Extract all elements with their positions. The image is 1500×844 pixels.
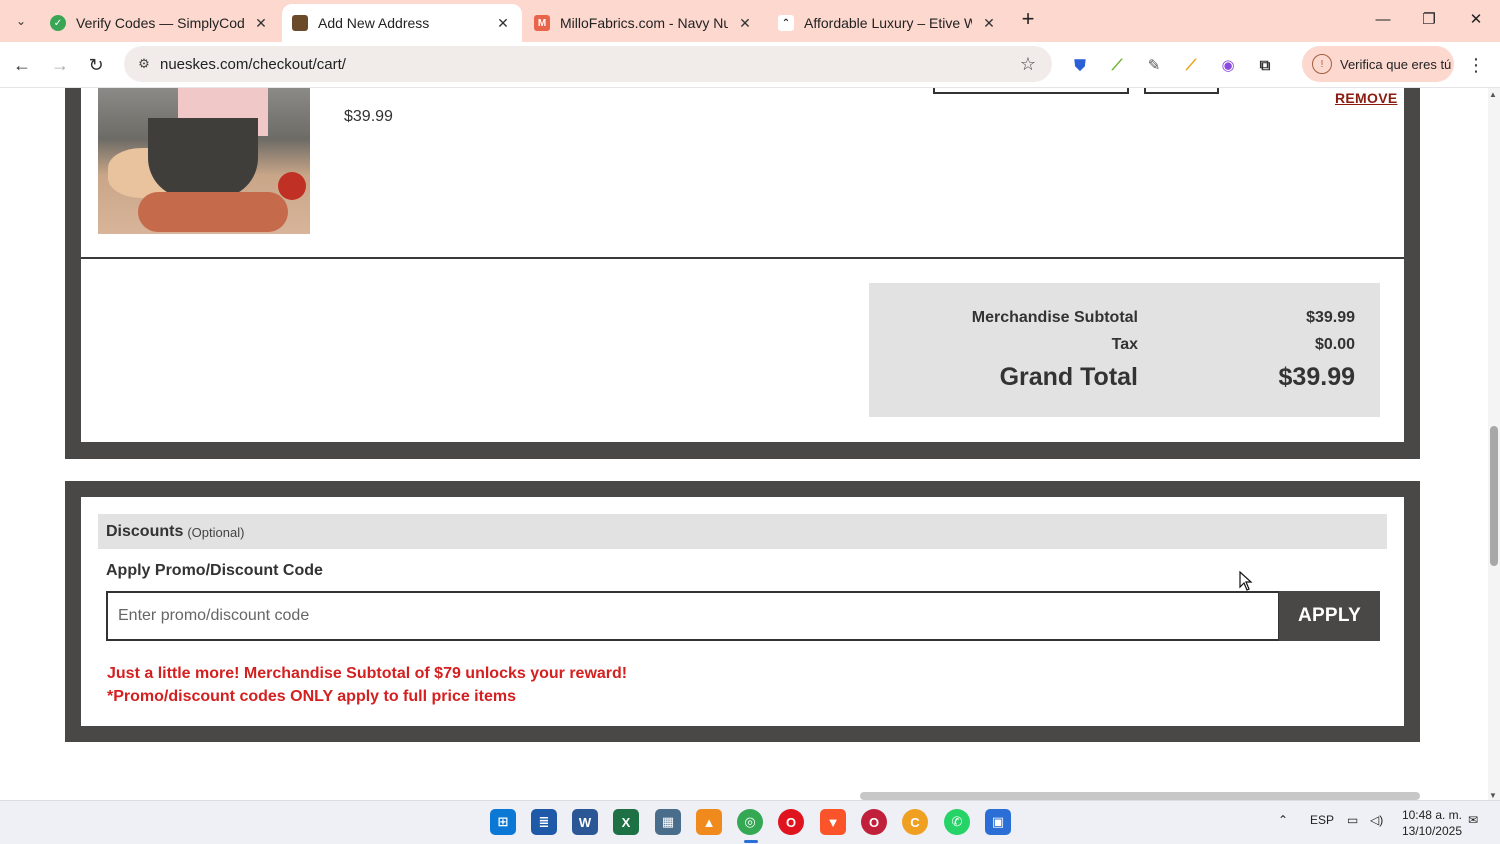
subtotal-label: Merchandise Subtotal: [971, 309, 1138, 326]
scroll-up-arrow-icon[interactable]: ▲: [1489, 90, 1497, 99]
minimize-icon[interactable]: —: [1368, 6, 1398, 34]
bookmark-star-icon[interactable]: ☆: [1016, 54, 1040, 75]
profile-chip-label: Verifica que eres tú: [1340, 56, 1452, 72]
horizontal-scrollbar[interactable]: [860, 792, 1420, 800]
grand-total-value: $39.99: [1278, 363, 1355, 391]
opera-gx-icon[interactable]: O: [861, 809, 887, 835]
reward-message: Just a little more! Merchandise Subtotal…: [107, 665, 628, 682]
vertical-scrollbar[interactable]: ▲ ▼: [1488, 88, 1500, 800]
page-viewport: $39.99 REMOVE Merchandise Subtotal $39.9…: [0, 88, 1500, 800]
notifications-icon[interactable]: ✉: [1468, 813, 1478, 827]
app-window-icon[interactable]: ▣: [985, 809, 1011, 835]
back-arrow-icon[interactable]: ←: [8, 51, 36, 79]
word-icon[interactable]: W: [572, 809, 598, 835]
remove-link[interactable]: REMOVE: [1335, 90, 1397, 106]
site-info-icon[interactable]: ⚙: [136, 56, 152, 72]
network-icon[interactable]: ▭: [1347, 813, 1358, 827]
tab-search-icon[interactable]: ⌄: [8, 8, 34, 34]
warning-icon: !: [1312, 54, 1332, 74]
apply-button[interactable]: APPLY: [1279, 591, 1380, 641]
promo-code-label: Apply Promo/Discount Code: [106, 562, 323, 579]
profile-verify-chip[interactable]: ! Verifica que eres tú: [1302, 46, 1454, 82]
extensions-puzzle-icon[interactable]: ⧉: [1254, 54, 1276, 76]
clock-time: 10:48 a. m.: [1401, 808, 1462, 822]
address-bar[interactable]: ⚙ nueskes.com/checkout/cart/ ☆: [124, 46, 1052, 82]
tab-simplycodes[interactable]: ✓ Verify Codes — SimplyCodes ✕: [40, 4, 280, 42]
vlc-icon[interactable]: ▲: [696, 809, 722, 835]
maximize-icon[interactable]: ❐: [1414, 6, 1444, 34]
grand-total-label: Grand Total: [999, 363, 1138, 391]
close-icon[interactable]: ✕: [494, 14, 512, 32]
order-totals: Merchandise Subtotal $39.99 Tax $0.00 Gr…: [869, 283, 1380, 417]
chrome-icon[interactable]: ◎: [737, 809, 763, 835]
tab-title: Affordable Luxury – Etive Watch: [804, 15, 972, 31]
menu-kebab-icon[interactable]: ⋮: [1466, 54, 1486, 76]
bitwarden-extension-icon[interactable]: ⛊: [1069, 54, 1091, 76]
clock-date: 13/10/2025: [1401, 824, 1462, 838]
etive-favicon-icon: ⌃: [778, 15, 794, 31]
close-icon[interactable]: ✕: [980, 14, 998, 32]
mouse-cursor-icon: [1239, 571, 1253, 591]
whatsapp-icon[interactable]: ✆: [944, 809, 970, 835]
tab-add-new-address[interactable]: Add New Address ✕: [282, 4, 522, 42]
orange-extension-icon[interactable]: ⟋: [1180, 54, 1202, 76]
discounts-header: Discounts (Optional): [98, 514, 1387, 549]
update-button[interactable]: [1144, 88, 1219, 94]
promo-restriction-note: *Promo/discount codes ONLY apply to full…: [107, 688, 516, 705]
language-indicator[interactable]: ESP: [1310, 813, 1334, 827]
brave-icon[interactable]: ▼: [820, 809, 846, 835]
tab-title: MilloFabrics.com - Navy Nude: [560, 15, 728, 31]
purple-extension-icon[interactable]: ◉: [1217, 54, 1239, 76]
discounts-optional-note: (Optional): [187, 525, 245, 540]
new-tab-plus-icon[interactable]: +: [1016, 8, 1040, 32]
subtotal-value: $39.99: [1306, 309, 1355, 326]
tax-label: Tax: [1111, 336, 1138, 353]
edit-extension-icon[interactable]: ✎: [1143, 54, 1165, 76]
calculator-icon[interactable]: ▦: [655, 809, 681, 835]
nueskes-favicon-icon: [292, 15, 308, 31]
forward-arrow-icon[interactable]: →: [46, 51, 74, 79]
item-price: $39.99: [344, 108, 393, 125]
windows-start-icon[interactable]: ⊞: [490, 809, 516, 835]
close-icon[interactable]: ✕: [252, 14, 270, 32]
tab-title: Add New Address: [318, 15, 430, 31]
ccleaner-icon[interactable]: C: [902, 809, 928, 835]
notepad-icon[interactable]: ≣: [531, 809, 557, 835]
opera-icon[interactable]: O: [778, 809, 804, 835]
excel-icon[interactable]: X: [613, 809, 639, 835]
tab-etive-watch[interactable]: ⌃ Affordable Luxury – Etive Watch ✕: [768, 4, 1008, 42]
green-extension-icon[interactable]: ⟋: [1106, 54, 1128, 76]
close-icon[interactable]: ✕: [736, 14, 754, 32]
millofabrics-favicon-icon: M: [534, 15, 550, 31]
browser-toolbar: ← → ↻ ⚙ nueskes.com/checkout/cart/ ☆ ⛊ ⟋…: [0, 42, 1500, 88]
tray-chevron-up-icon[interactable]: ⌃: [1278, 813, 1288, 827]
quantity-field[interactable]: [933, 88, 1129, 94]
tab-title: Verify Codes — SimplyCodes: [76, 15, 244, 31]
scrollbar-thumb[interactable]: [1490, 426, 1498, 566]
divider: [81, 257, 1404, 259]
tax-value: $0.00: [1314, 336, 1355, 353]
reload-icon[interactable]: ↻: [82, 51, 110, 79]
active-app-indicator: [744, 840, 758, 843]
windows-taskbar: ⊞ ≣ W X ▦ ▲ ◎ O ▼ O C ✆ ▣ ⌃ ESP ▭ ◁) 10:…: [0, 800, 1500, 844]
tab-strip: ⌄ ✓ Verify Codes — SimplyCodes ✕ Add New…: [0, 0, 1500, 42]
promo-code-input[interactable]: [106, 591, 1280, 641]
volume-icon[interactable]: ◁): [1370, 813, 1383, 827]
product-image[interactable]: [98, 88, 310, 234]
tab-millofabrics[interactable]: M MilloFabrics.com - Navy Nude ✕: [524, 4, 764, 42]
window-close-icon[interactable]: ✕: [1461, 6, 1491, 34]
url-text[interactable]: nueskes.com/checkout/cart/: [160, 56, 1016, 73]
discounts-heading: Discounts: [106, 522, 184, 540]
scroll-down-arrow-icon[interactable]: ▼: [1489, 791, 1497, 800]
simplycodes-favicon-icon: ✓: [50, 15, 66, 31]
system-clock[interactable]: 10:48 a. m. 13/10/2025: [1400, 807, 1462, 839]
